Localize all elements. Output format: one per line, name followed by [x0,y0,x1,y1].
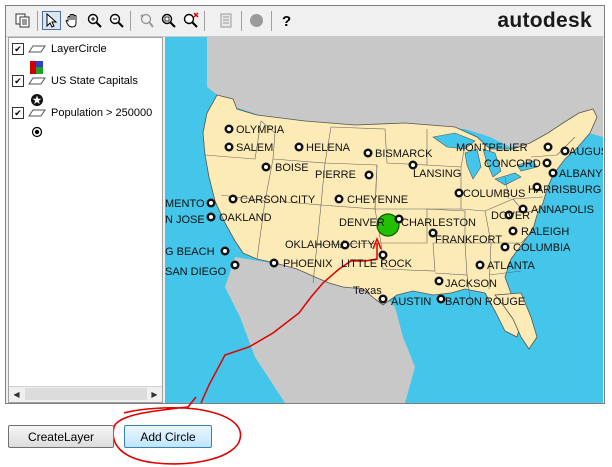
svg-text:OLYMPIA: OLYMPIA [236,124,285,136]
svg-text:CHEYENNE: CHEYENNE [347,194,408,206]
city-marker-helena [294,142,304,152]
svg-text:COLUMBUS: COLUMBUS [463,188,525,200]
population-dot-symbol-icon [31,126,43,138]
svg-text:COLUMBIA: COLUMBIA [513,242,571,254]
city-marker-bismarck [363,148,373,158]
svg-text:BATON ROUGE: BATON ROUGE [445,296,525,308]
city-marker-little-rock [378,250,388,260]
svg-text:MONTPELIER: MONTPELIER [456,142,528,154]
city-marker-olympia [224,124,234,134]
svg-text:OAKLAND: OAKLAND [219,212,272,224]
svg-text:SAN DIEGO: SAN DIEGO [165,266,227,278]
city-marker-raleigh [508,226,518,236]
help-icon[interactable]: ? [277,11,296,30]
city-marker-albany [548,168,558,178]
layer-checkbox[interactable]: ✔ [12,43,24,55]
svg-text:ANNAPOLIS: ANNAPOLIS [531,204,594,216]
zoom-extents-icon[interactable] [181,11,200,30]
city-marker-annapolis [518,204,528,214]
svg-text:RALEIGH: RALEIGH [521,226,569,238]
layer-label: LayerCircle [51,43,107,55]
layer-item-us-state-capitals[interactable]: ✔ US State Capitals [12,73,138,89]
toolbar: ? autodesk [6,6,604,37]
city-marker-atlanta [475,260,485,270]
svg-text:AUSTIN: AUSTIN [391,296,431,308]
svg-text:G BEACH: G BEACH [165,246,215,258]
layer-checkbox[interactable]: ✔ [12,75,24,87]
layer-item-layercircle[interactable]: ✔ LayerCircle [12,41,107,57]
zoom-window-icon[interactable] [159,11,178,30]
properties-icon[interactable] [217,11,236,30]
city-marker-montpelier [543,142,553,152]
svg-text:AUGUSTA: AUGUSTA [569,146,603,158]
city-marker-boise [261,162,271,172]
city-marker-phoenix [269,258,279,268]
add-circle-button[interactable]: Add Circle [124,425,212,448]
zoom-in-icon[interactable] [85,11,104,30]
svg-text:PIERRE: PIERRE [315,169,356,181]
layer-checkbox[interactable]: ✔ [12,107,24,119]
city-marker-austin [378,294,388,304]
copy-icon[interactable] [13,11,32,30]
svg-text:SALEM: SALEM [236,142,273,154]
city-marker-columbia [500,242,510,252]
svg-text:BOISE: BOISE [275,162,309,174]
select-arrow-icon[interactable] [42,11,61,30]
city-marker-carson-city [228,194,238,204]
svg-text:JACKSON: JACKSON [445,278,497,290]
svg-text:FRANKFORT: FRANKFORT [435,234,502,246]
svg-text:HELENA: HELENA [306,142,351,154]
city-marker-jackson [434,276,444,286]
svg-text:CARSON CITY: CARSON CITY [240,194,316,206]
create-layer-button[interactable]: CreateLayer [8,425,114,448]
polygon-layer-icon [28,109,46,117]
city-marker-oklahoma-city [340,240,350,250]
svg-text:Texas: Texas [353,285,382,297]
layer-label: Population > 250000 [51,107,153,119]
svg-text:PHOENIX: PHOENIX [283,258,333,270]
zoom-previous-icon[interactable] [137,11,156,30]
city-marker-san-diego [230,260,240,270]
autodesk-logo: autodesk [497,9,592,32]
stop-icon[interactable] [247,11,266,30]
city-marker-cheyenne [334,194,344,204]
city-marker-long-beach [220,246,230,256]
svg-text:LANSING: LANSING [413,168,461,180]
zoom-out-icon[interactable] [107,11,126,30]
svg-text:?: ? [282,13,291,29]
map-svg: OLYMPIA SALEM HELENA BISMARCK MONTPELIER… [165,37,603,403]
city-marker-concord [542,158,552,168]
city-marker-pierre [364,170,374,180]
svg-text:OKLAHOMA CITY: OKLAHOMA CITY [285,239,376,251]
svg-text:MENTO: MENTO [165,198,205,210]
polygon-layer-icon [28,77,46,85]
map-canvas[interactable]: OLYMPIA SALEM HELENA BISMARCK MONTPELIER… [165,37,603,403]
svg-text:CHARLESTON: CHARLESTON [401,217,476,229]
svg-text:ALBANY: ALBANY [559,168,603,180]
polygon-layer-icon [28,45,46,53]
svg-text:DENVER: DENVER [339,217,385,229]
svg-text:CONCORD: CONCORD [484,158,541,170]
map-viewer: ? autodesk ✔ LayerCircle ✔ US State Capi… [5,5,605,404]
city-marker-harrisburg [532,182,542,192]
layer-label: US State Capitals [51,75,138,87]
city-marker-oakland [206,212,216,222]
svg-text:ATLANTA: ATLANTA [487,260,536,272]
city-marker-sacramento [206,198,216,208]
svg-text:LITTLE ROCK: LITTLE ROCK [341,258,413,270]
pan-hand-icon[interactable] [63,11,82,30]
city-marker-salem [224,142,234,152]
layer-item-population[interactable]: ✔ Population > 250000 [12,105,152,121]
layer-legend: ✔ LayerCircle ✔ US State Capitals ✔ Popu… [8,37,163,403]
svg-text:BISMARCK: BISMARCK [375,148,433,160]
svg-text:N JOSE: N JOSE [165,214,205,226]
